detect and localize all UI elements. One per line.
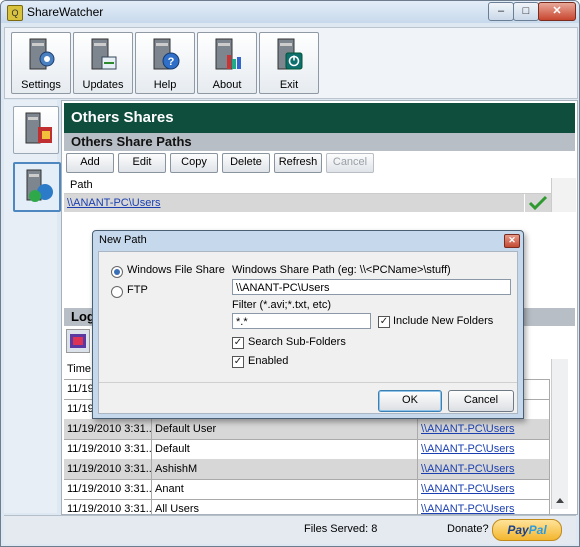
log-export-button[interactable] — [66, 329, 90, 353]
exit-icon — [277, 38, 303, 70]
title-bar: Q ShareWatcher – □ ✕ — [1, 1, 579, 23]
table-row[interactable]: 11/19/2010 3:31... Anant \\ANANT-PC\User… — [64, 479, 550, 500]
edit-button[interactable]: Edit — [118, 153, 166, 173]
log-time: 11/19/2010 3:31... — [64, 439, 152, 459]
dialog-body: Windows File Share FTP Windows Share Pat… — [98, 251, 518, 414]
my-shares-nav-button[interactable] — [13, 106, 59, 154]
log-time: 11/19/2010 3:31... — [64, 479, 152, 499]
log-scrollbar[interactable] — [551, 359, 568, 509]
filter-label: Filter (*.avi;*.txt, etc) — [232, 299, 332, 311]
search-subfolders-label: Search Sub-Folders — [248, 336, 346, 348]
path-column-header: Path — [64, 178, 557, 194]
window-title: ShareWatcher — [27, 5, 104, 19]
settings-icon — [29, 38, 55, 70]
table-row[interactable]: 11/19/2010 3:31... Default \\ANANT-PC\Us… — [64, 439, 550, 460]
windows-share-label: Windows File Share — [127, 264, 225, 276]
include-new-folders-label: Include New Folders — [393, 315, 494, 327]
table-row[interactable]: 11/19/2010 3:31... Default User \\ANANT-… — [64, 419, 550, 440]
about-icon — [215, 38, 241, 70]
log-user: Anant — [152, 479, 418, 499]
path-header-spacer — [551, 178, 576, 212]
filter-input[interactable]: *.* — [232, 313, 371, 329]
log-user: Default — [152, 439, 418, 459]
section-title: Others Share Paths — [64, 133, 575, 151]
updates-button[interactable]: Updates — [73, 32, 133, 94]
path-row[interactable]: \\ANANT-PC\Users — [64, 194, 527, 212]
svg-text:?: ? — [168, 56, 175, 68]
refresh-button[interactable]: Refresh — [274, 153, 322, 173]
windows-share-radio[interactable] — [111, 266, 123, 278]
app-logo-icon: Q — [7, 5, 23, 21]
ok-button[interactable]: OK — [378, 390, 442, 412]
dialog-cancel-button[interactable]: Cancel — [448, 390, 514, 412]
delete-button[interactable]: Delete — [222, 153, 270, 173]
dialog-title: New Path — [99, 234, 147, 246]
paypal-label-b: Pal — [528, 523, 547, 537]
dialog-close-button[interactable]: ✕ — [504, 234, 520, 248]
others-shares-nav-button[interactable] — [13, 162, 61, 212]
cancel-button[interactable]: Cancel — [326, 153, 374, 173]
updates-label: Updates — [82, 79, 124, 91]
include-new-folders-checkbox[interactable]: ✓ — [378, 316, 390, 328]
copy-button[interactable]: Copy — [170, 153, 218, 173]
log-user: AshishM — [152, 459, 418, 479]
log-path: \\ANANT-PC\Users — [418, 479, 550, 499]
enabled-label: Enabled — [248, 355, 289, 367]
log-user: Default User — [152, 419, 418, 439]
log-path: \\ANANT-PC\Users — [418, 419, 550, 439]
ftp-radio[interactable] — [111, 286, 123, 298]
enabled-check-icon — [524, 194, 551, 212]
donate-text: Donate? — [447, 523, 489, 535]
log-path: \\ANANT-PC\Users — [418, 459, 550, 479]
help-label: Help — [153, 79, 177, 91]
maximize-button[interactable]: □ — [513, 2, 539, 21]
path-link[interactable]: \\ANANT-PC\Users — [67, 197, 161, 209]
paypal-button[interactable]: PayPal — [492, 519, 562, 541]
help-button[interactable]: ? Help — [135, 32, 195, 94]
main-toolbar: Settings Updates ? Help About Exit — [4, 27, 578, 99]
log-time: 11/19/2010 3:31... — [64, 419, 152, 439]
new-path-dialog: New Path ✕ Windows File Share FTP Window… — [92, 230, 524, 419]
page-title: Others Shares — [64, 103, 575, 133]
settings-label: Settings — [21, 79, 61, 91]
files-served-text: Files Served: 8 — [304, 523, 378, 535]
log-path: \\ANANT-PC\Users — [418, 439, 550, 459]
close-button[interactable]: ✕ — [538, 2, 576, 21]
minimize-button[interactable]: – — [488, 2, 514, 21]
settings-button[interactable]: Settings — [11, 32, 71, 94]
app-window: Q ShareWatcher – □ ✕ Settings Updates ? … — [0, 0, 580, 547]
my-shares-icon — [25, 112, 52, 144]
paypal-label-a: Pay — [507, 523, 529, 537]
add-button[interactable]: Add — [66, 153, 114, 173]
search-subfolders-checkbox[interactable]: ✓ — [232, 337, 244, 349]
status-bar: Files Served: 8 Donate? PayPal — [4, 515, 576, 544]
share-path-label: Windows Share Path (eg: \\<PCName>\stuff… — [232, 264, 451, 276]
table-row[interactable]: 11/19/2010 3:31... AshishM \\ANANT-PC\Us… — [64, 459, 550, 480]
help-icon: ? — [153, 38, 180, 70]
log-export-icon — [70, 334, 86, 348]
updates-icon — [91, 38, 117, 70]
ftp-label: FTP — [127, 284, 148, 296]
about-button[interactable]: About — [197, 32, 257, 94]
share-path-input[interactable]: \\ANANT-PC\Users — [232, 279, 511, 295]
side-nav — [4, 100, 61, 513]
about-label: About — [212, 79, 242, 91]
dialog-separator — [99, 382, 517, 383]
others-shares-icon — [26, 169, 53, 202]
enabled-checkbox[interactable]: ✓ — [232, 356, 244, 368]
log-time: 11/19/2010 3:31... — [64, 459, 152, 479]
exit-label: Exit — [279, 79, 299, 91]
exit-button[interactable]: Exit — [259, 32, 319, 94]
